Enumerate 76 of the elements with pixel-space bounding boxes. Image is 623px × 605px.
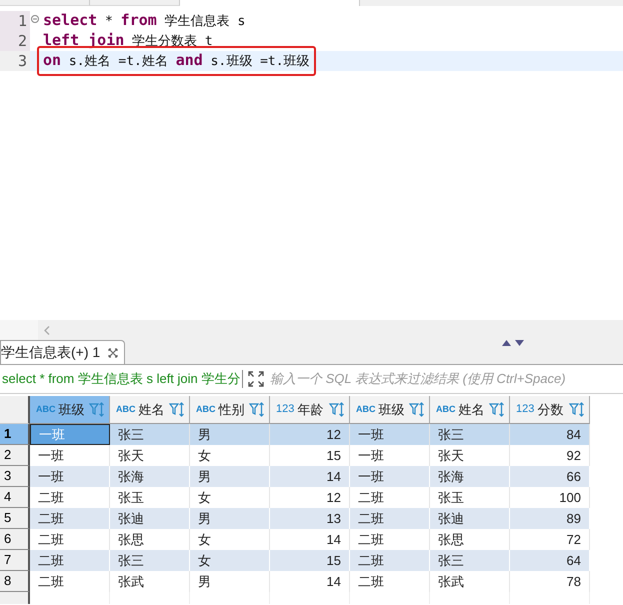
filter-sort-icon[interactable] xyxy=(329,402,345,417)
filter-sort-icon[interactable] xyxy=(249,402,265,417)
line-number: 2 xyxy=(18,30,27,52)
row-number[interactable]: 7 xyxy=(0,550,30,571)
table-cell: 张三 xyxy=(430,550,510,571)
table-cell: 84 xyxy=(510,424,590,445)
column-header[interactable]: 123 年龄 xyxy=(270,396,350,424)
table-cell: 二班 xyxy=(30,550,110,571)
table-cell: 13 xyxy=(270,508,350,529)
column-header[interactable]: ABC 姓名 xyxy=(110,396,190,424)
table-cell: 男 xyxy=(190,508,270,529)
line-number: 1 xyxy=(18,10,27,32)
column-header[interactable]: ABC 班级 xyxy=(350,396,430,424)
column-title: 班级 xyxy=(378,400,406,419)
table-cell: 张三 xyxy=(110,424,190,445)
type-label: ABC xyxy=(196,402,216,416)
table-cell: 张海 xyxy=(110,466,190,487)
filter-sort-icon[interactable] xyxy=(89,402,105,417)
type-label: ABC xyxy=(436,402,456,416)
scroll-left-icon[interactable] xyxy=(44,326,50,334)
table-cell: 二班 xyxy=(30,508,110,529)
close-icon[interactable] xyxy=(108,348,118,358)
filter-sort-icon[interactable] xyxy=(569,402,585,417)
column-title: 班级 xyxy=(58,400,86,419)
table-cell: 一班 xyxy=(350,466,430,487)
row-number[interactable]: 6 xyxy=(0,529,30,550)
type-label: ABC xyxy=(356,402,376,416)
table-cell: 15 xyxy=(270,550,350,571)
type-label: 123 xyxy=(276,402,294,418)
code-line: select * from 学生信息表 s xyxy=(42,10,246,31)
table-cell: 张海 xyxy=(430,466,510,487)
row-number[interactable]: 2 xyxy=(0,445,30,466)
table-cell: 男 xyxy=(190,424,270,445)
row-number[interactable]: 4 xyxy=(0,487,30,508)
table-cell: 12 xyxy=(270,424,350,445)
column-header[interactable]: 123 分数 xyxy=(510,396,590,424)
query-text: select * from 学生信息表 s left join 学生分 xyxy=(1,370,242,388)
column-title: 姓名 xyxy=(458,400,486,419)
column-header[interactable]: ABC 姓名 xyxy=(430,396,510,424)
table-cell: 二班 xyxy=(350,508,430,529)
table-cell: 男 xyxy=(190,466,270,487)
row-number[interactable]: 5 xyxy=(0,508,30,529)
table-cell: 张三 xyxy=(430,424,510,445)
table-cell: 66 xyxy=(510,466,590,487)
expand-icon[interactable] xyxy=(248,371,264,387)
row-number[interactable]: 3 xyxy=(0,466,30,487)
type-label: ABC xyxy=(116,402,136,416)
table-cell: 二班 xyxy=(350,550,430,571)
filter-field[interactable]: 输入一个 SQL 表达式来过滤结果 (使用 Ctrl+Space) xyxy=(270,369,623,389)
table-cell: 张三 xyxy=(110,550,190,571)
row-number[interactable]: 8 xyxy=(0,571,30,592)
collapse-icon[interactable] xyxy=(31,15,39,23)
type-label: ABC xyxy=(36,402,56,416)
line-number: 3 xyxy=(18,50,27,72)
table-cell: 89 xyxy=(510,508,590,529)
table-cell: 14 xyxy=(270,466,350,487)
table-cell: 64 xyxy=(510,550,590,571)
table-cell: 张迪 xyxy=(110,508,190,529)
results-tab[interactable]: 学生信息表(+) 1 xyxy=(0,340,126,364)
column-title: 性别 xyxy=(218,400,246,419)
column-title: 姓名 xyxy=(138,400,166,419)
table-cell: 张迪 xyxy=(430,508,510,529)
column-title: 年龄 xyxy=(297,400,324,419)
row-number[interactable]: 1 xyxy=(0,424,30,445)
filter-sort-icon[interactable] xyxy=(169,402,185,417)
column-title: 分数 xyxy=(537,400,564,419)
filter-sort-icon[interactable] xyxy=(409,402,425,417)
table-cell: 一班 xyxy=(30,424,110,445)
table-cell: 女 xyxy=(190,550,270,571)
filter-sort-icon[interactable] xyxy=(489,402,505,417)
column-header[interactable]: ABC 性别 xyxy=(190,396,270,424)
table-cell: 一班 xyxy=(350,424,430,445)
table-cell: 一班 xyxy=(30,466,110,487)
header-corner[interactable] xyxy=(0,396,30,424)
type-label: 123 xyxy=(516,402,534,418)
column-header[interactable]: ABC 班级 xyxy=(30,396,110,424)
